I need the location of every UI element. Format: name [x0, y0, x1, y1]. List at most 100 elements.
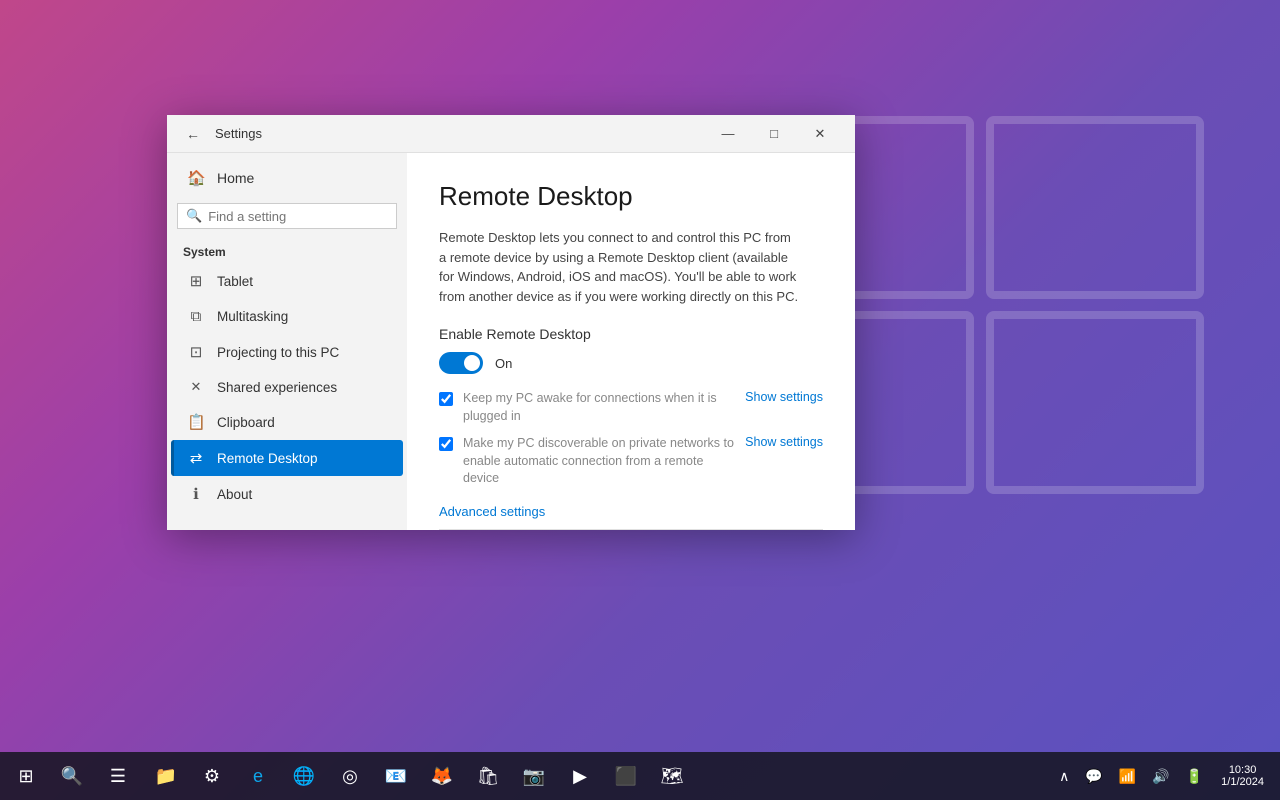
- about-icon: ℹ: [187, 485, 205, 503]
- maximize-icon: □: [770, 126, 778, 141]
- taskbar-app-settings[interactable]: ⚙: [190, 754, 234, 798]
- taskbar-apps: 📁 ⚙ e 🌐 ◎ 📧 🦊 🛍 📷 ▶ ⬛: [140, 754, 1053, 798]
- terminal-icon: ⬛: [615, 766, 637, 787]
- store-icon: 🛍: [477, 766, 500, 787]
- minimize-button[interactable]: —: [705, 115, 751, 153]
- discoverable-checkbox[interactable]: [439, 437, 453, 451]
- maps-icon: 🗺: [661, 766, 684, 787]
- sidebar-item-about[interactable]: ℹ About: [171, 476, 403, 512]
- checkbox-2-text: Make my PC discoverable on private netwo…: [463, 435, 735, 488]
- task-view-icon: ☰: [110, 766, 126, 787]
- enable-label: Enable Remote Desktop: [439, 326, 823, 342]
- network-icon[interactable]: 📶: [1113, 764, 1142, 789]
- taskbar-app-firefox[interactable]: 🦊: [420, 754, 464, 798]
- shared-icon: ✕: [187, 379, 205, 395]
- sidebar-item-clipboard[interactable]: 📋 Clipboard: [171, 404, 403, 440]
- taskbar-right: ∧ 💬 📶 🔊 🔋 10:30 1/1/2024: [1053, 764, 1280, 789]
- settings-icon: ⚙: [204, 766, 220, 787]
- minimize-icon: —: [722, 126, 735, 141]
- taskbar-app-powershell[interactable]: ▶: [558, 754, 602, 798]
- search-input[interactable]: [208, 209, 388, 224]
- sidebar-item-label: Multitasking: [217, 309, 288, 324]
- project-icon: ⊡: [187, 343, 205, 361]
- chat-icon[interactable]: 💬: [1079, 764, 1108, 789]
- sidebar-item-label: Shared experiences: [217, 380, 337, 395]
- sidebar-item-remote-desktop[interactable]: ⇄ Remote Desktop: [171, 440, 403, 476]
- taskbar-app-photos[interactable]: 📷: [512, 754, 556, 798]
- multitasking-icon: ⧉: [187, 308, 205, 325]
- battery-icon[interactable]: 🔋: [1180, 764, 1209, 789]
- title-bar: ← Settings — □ ✕: [167, 115, 855, 153]
- toggle-knob: [464, 355, 480, 371]
- checkbox-row-2: Make my PC discoverable on private netwo…: [439, 435, 823, 488]
- close-icon: ✕: [815, 126, 826, 142]
- content-pane: Remote Desktop Remote Desktop lets you c…: [407, 153, 855, 530]
- sidebar-item-shared[interactable]: ✕ Shared experiences: [171, 370, 403, 404]
- taskbar-app-store[interactable]: 🛍: [466, 754, 510, 798]
- sidebar-item-label: About: [217, 487, 252, 502]
- volume-icon[interactable]: 🔊: [1146, 764, 1175, 789]
- search-icon: 🔍: [186, 208, 202, 224]
- taskbar-app-explorer[interactable]: 📁: [144, 754, 188, 798]
- notification-chevron[interactable]: ∧: [1053, 764, 1075, 789]
- remote-desktop-icon: ⇄: [187, 449, 205, 467]
- start-button[interactable]: ⊞: [4, 754, 48, 798]
- photos-icon: 📷: [523, 766, 545, 787]
- sidebar-item-multitasking[interactable]: ⧉ Multitasking: [171, 299, 403, 334]
- clock-time: 10:30: [1221, 764, 1264, 776]
- sidebar-item-tablet[interactable]: ⊞ Tablet: [171, 263, 403, 299]
- sidebar-item-projecting[interactable]: ⊡ Projecting to this PC: [171, 334, 403, 370]
- back-icon: ←: [186, 126, 200, 142]
- page-description: Remote Desktop lets you connect to and c…: [439, 228, 799, 306]
- taskbar-clock[interactable]: 10:30 1/1/2024: [1213, 764, 1272, 788]
- maximize-button[interactable]: □: [751, 115, 797, 153]
- mail-icon: 📧: [385, 766, 407, 787]
- window-body: 🏠 Home 🔍 System ⊞ Tablet ⧉ Multitasking …: [167, 153, 855, 530]
- taskbar-search-icon: 🔍: [61, 766, 83, 787]
- taskbar-left: ⊞ 🔍 ☰: [0, 754, 140, 798]
- remote-desktop-toggle[interactable]: [439, 352, 483, 374]
- sidebar-item-label: Remote Desktop: [217, 451, 318, 466]
- taskbar-app-chrome[interactable]: ◎: [328, 754, 372, 798]
- start-icon: ⊞: [18, 766, 33, 787]
- settings-window: ← Settings — □ ✕ 🏠 Home 🔍: [167, 115, 855, 530]
- back-button[interactable]: ←: [179, 120, 207, 148]
- chrome-icon: ◎: [342, 766, 358, 787]
- checkbox-row-1: Keep my PC awake for connections when it…: [439, 390, 823, 425]
- taskbar-app-maps[interactable]: 🗺: [650, 754, 694, 798]
- home-icon: 🏠: [187, 169, 205, 187]
- checkbox-inner-1: Keep my PC awake for connections when it…: [439, 390, 823, 425]
- sidebar-home-label: Home: [217, 170, 254, 186]
- checkbox-1-text: Keep my PC awake for connections when it…: [463, 390, 735, 425]
- taskbar: ⊞ 🔍 ☰ 📁 ⚙ e 🌐 ◎ 📧 🦊 🛍: [0, 752, 1280, 800]
- taskbar-app-mail[interactable]: 📧: [374, 754, 418, 798]
- advanced-settings-link[interactable]: Advanced settings: [439, 504, 545, 519]
- taskbar-app-ie[interactable]: 🌐: [282, 754, 326, 798]
- sidebar-item-label: Clipboard: [217, 415, 275, 430]
- firefox-icon: 🦊: [431, 766, 453, 787]
- section-divider: [439, 529, 823, 530]
- sidebar-search-box[interactable]: 🔍: [177, 203, 397, 229]
- taskbar-app-terminal[interactable]: ⬛: [604, 754, 648, 798]
- search-button[interactable]: 🔍: [50, 754, 94, 798]
- task-view-button[interactable]: ☰: [96, 754, 140, 798]
- clipboard-icon: 📋: [187, 413, 205, 431]
- clock-date: 1/1/2024: [1221, 776, 1264, 788]
- explorer-icon: 📁: [155, 766, 177, 787]
- show-settings-link-1[interactable]: Show settings: [745, 390, 823, 404]
- show-settings-link-2[interactable]: Show settings: [745, 435, 823, 449]
- sidebar-item-label: Tablet: [217, 274, 253, 289]
- toggle-row: On: [439, 352, 823, 374]
- toggle-state-label: On: [495, 356, 512, 371]
- sidebar-item-home[interactable]: 🏠 Home: [171, 161, 403, 195]
- taskbar-app-edge[interactable]: e: [236, 754, 280, 798]
- ie-icon: 🌐: [293, 766, 315, 787]
- tablet-icon: ⊞: [187, 272, 205, 290]
- edge-icon: e: [253, 766, 263, 787]
- sidebar-item-label: Projecting to this PC: [217, 345, 339, 360]
- close-button[interactable]: ✕: [797, 115, 843, 153]
- keep-awake-checkbox[interactable]: [439, 392, 453, 406]
- page-title: Remote Desktop: [439, 181, 823, 212]
- powershell-icon: ▶: [573, 766, 587, 787]
- sidebar-section-label: System: [167, 237, 407, 263]
